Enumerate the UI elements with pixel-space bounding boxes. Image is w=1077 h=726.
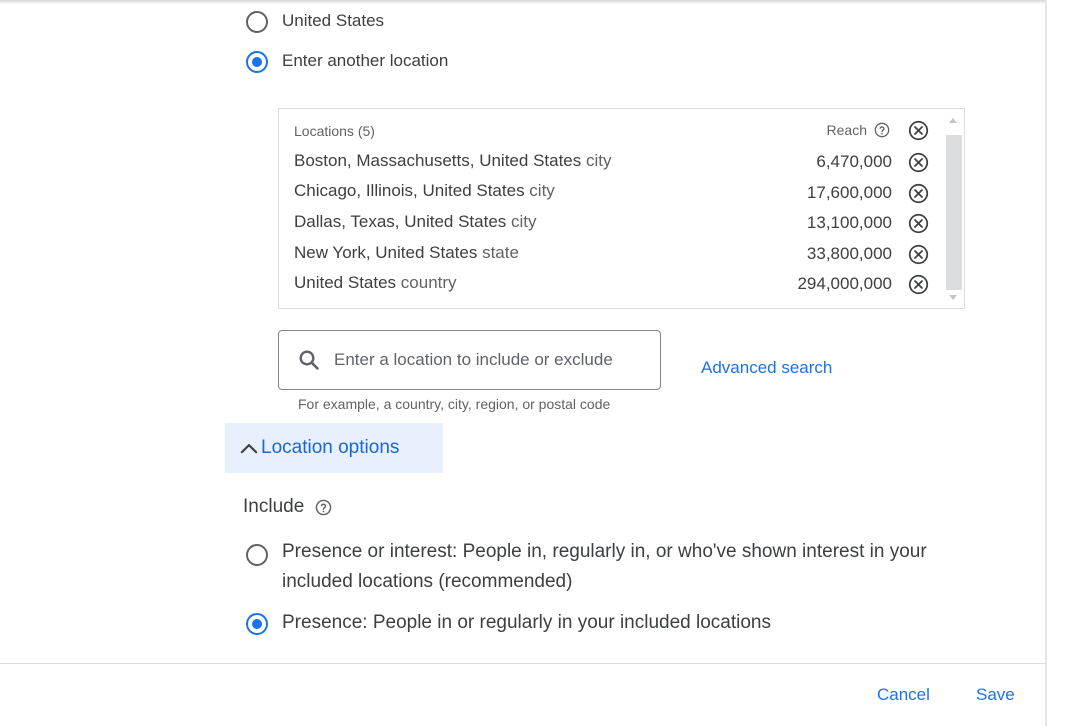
location-reach: 17,600,000	[806, 183, 892, 202]
locations-header: Locations (5)	[294, 123, 375, 139]
radio-presence-label: Presence: People in or regularly in your…	[282, 612, 771, 633]
location-reach: 6,470,000	[816, 152, 892, 171]
remove-location-icon[interactable]	[908, 183, 929, 204]
reach-header: Reach	[827, 122, 890, 138]
scroll-down-arrow[interactable]	[949, 295, 957, 300]
help-icon[interactable]	[874, 122, 890, 138]
radio-presence-or-interest-circle[interactable]	[246, 544, 268, 566]
remove-location-icon[interactable]	[908, 213, 929, 234]
location-type: city	[586, 151, 612, 170]
include-heading: Include	[243, 496, 332, 518]
scroll-up-arrow[interactable]	[949, 118, 957, 123]
location-name: United States	[294, 273, 397, 292]
top-shadow	[0, 0, 1046, 4]
radio-enter-another-location-label: Enter another location	[282, 51, 449, 70]
location-type: city	[529, 181, 555, 200]
locations-table: Locations (5) Reach Boston, Massachusett…	[278, 108, 965, 309]
footer-divider	[0, 663, 1046, 664]
location-name: Dallas, Texas, United States	[294, 212, 507, 231]
location-row: United States country	[294, 273, 457, 293]
radio-presence-circle[interactable]	[246, 613, 268, 635]
location-row: Chicago, Illinois, United States city	[294, 181, 555, 201]
location-search-input[interactable]	[332, 349, 646, 371]
radio-presence-or-interest-label: Presence or interest: People in, regular…	[282, 541, 927, 592]
radio-presence[interactable]: Presence: People in or regularly in your…	[246, 612, 962, 638]
save-button[interactable]: Save	[976, 685, 1015, 705]
radio-presence-or-interest[interactable]: Presence or interest: People in, regular…	[246, 541, 962, 597]
radio-united-states-label: United States	[282, 11, 385, 30]
scrollbar-thumb[interactable]	[946, 135, 962, 290]
right-divider	[1045, 0, 1047, 726]
location-reach: 13,100,000	[806, 213, 892, 232]
location-options-label: Location options	[261, 437, 400, 458]
search-hint: For example, a country, city, region, or…	[298, 396, 611, 412]
help-icon[interactable]	[315, 499, 332, 516]
location-row: Dallas, Texas, United States city	[294, 212, 537, 232]
include-label: Include	[243, 496, 305, 517]
remove-all-icon[interactable]	[908, 120, 929, 141]
reach-header-label: Reach	[826, 122, 867, 138]
location-type: state	[482, 243, 519, 262]
radio-united-states-circle[interactable]	[246, 11, 268, 33]
radio-enter-another-location[interactable]: Enter another location	[246, 51, 448, 73]
search-icon	[299, 350, 319, 370]
location-name: Boston, Massachusetts, United States	[294, 151, 582, 170]
remove-location-icon[interactable]	[908, 274, 929, 295]
location-reach: 33,800,000	[806, 244, 892, 263]
radio-enter-another-location-circle[interactable]	[246, 51, 268, 73]
location-row: Boston, Massachusetts, United States cit…	[294, 151, 612, 171]
location-type: country	[400, 273, 457, 292]
cancel-button[interactable]: Cancel	[877, 685, 930, 705]
advanced-search-link[interactable]: Advanced search	[701, 358, 832, 378]
location-options-toggle[interactable]: Location options	[225, 423, 443, 473]
remove-location-icon[interactable]	[908, 244, 929, 265]
location-name: New York, United States	[294, 243, 478, 262]
location-search-box[interactable]	[278, 330, 661, 390]
location-row: New York, United States state	[294, 243, 519, 263]
location-reach: 294,000,000	[797, 274, 892, 293]
location-name: Chicago, Illinois, United States	[294, 181, 525, 200]
remove-location-icon[interactable]	[908, 152, 929, 173]
location-type: city	[511, 212, 537, 231]
radio-united-states[interactable]: United States	[246, 11, 384, 33]
chevron-up-icon	[240, 444, 258, 454]
